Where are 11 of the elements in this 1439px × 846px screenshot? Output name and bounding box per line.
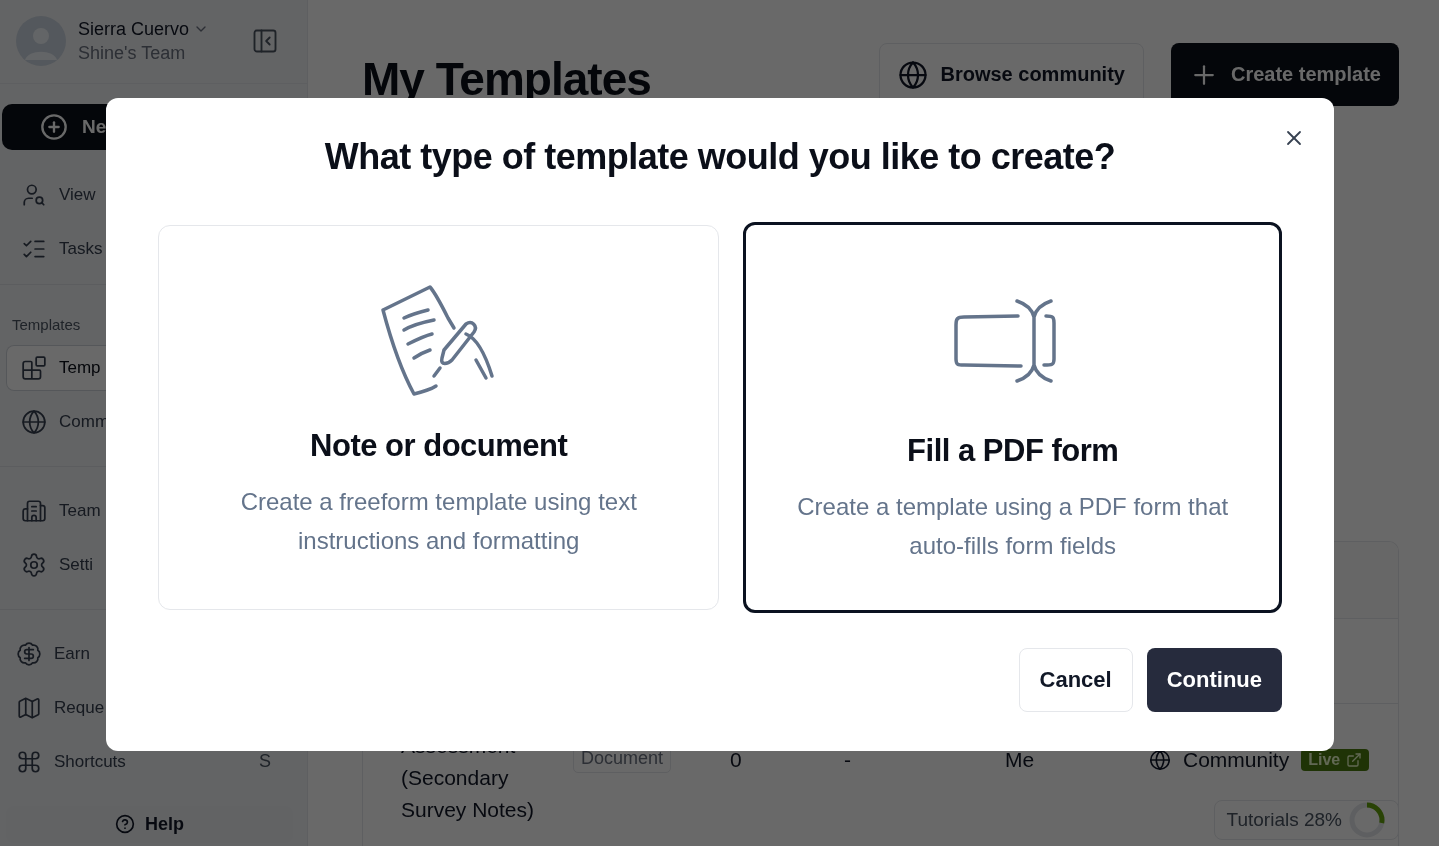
visibility-label: Community (1183, 747, 1290, 773)
option-description: Create a freeform template using text instructions and formatting (239, 487, 638, 556)
owner-cell-text: Me (1005, 747, 1036, 773)
shortcut-key: S (259, 751, 271, 773)
option-title: Note or document (310, 428, 568, 464)
option-description: Create a template using a PDF form that auto-fills form fields (796, 492, 1230, 561)
table-cell-text: 0 (730, 747, 743, 773)
section-heading: Templates (11, 314, 82, 335)
table-cell-text: - (844, 747, 852, 773)
dialog-title: What type of template would you like to create? (323, 136, 1117, 178)
option-title: Fill a PDF form (907, 433, 1119, 469)
